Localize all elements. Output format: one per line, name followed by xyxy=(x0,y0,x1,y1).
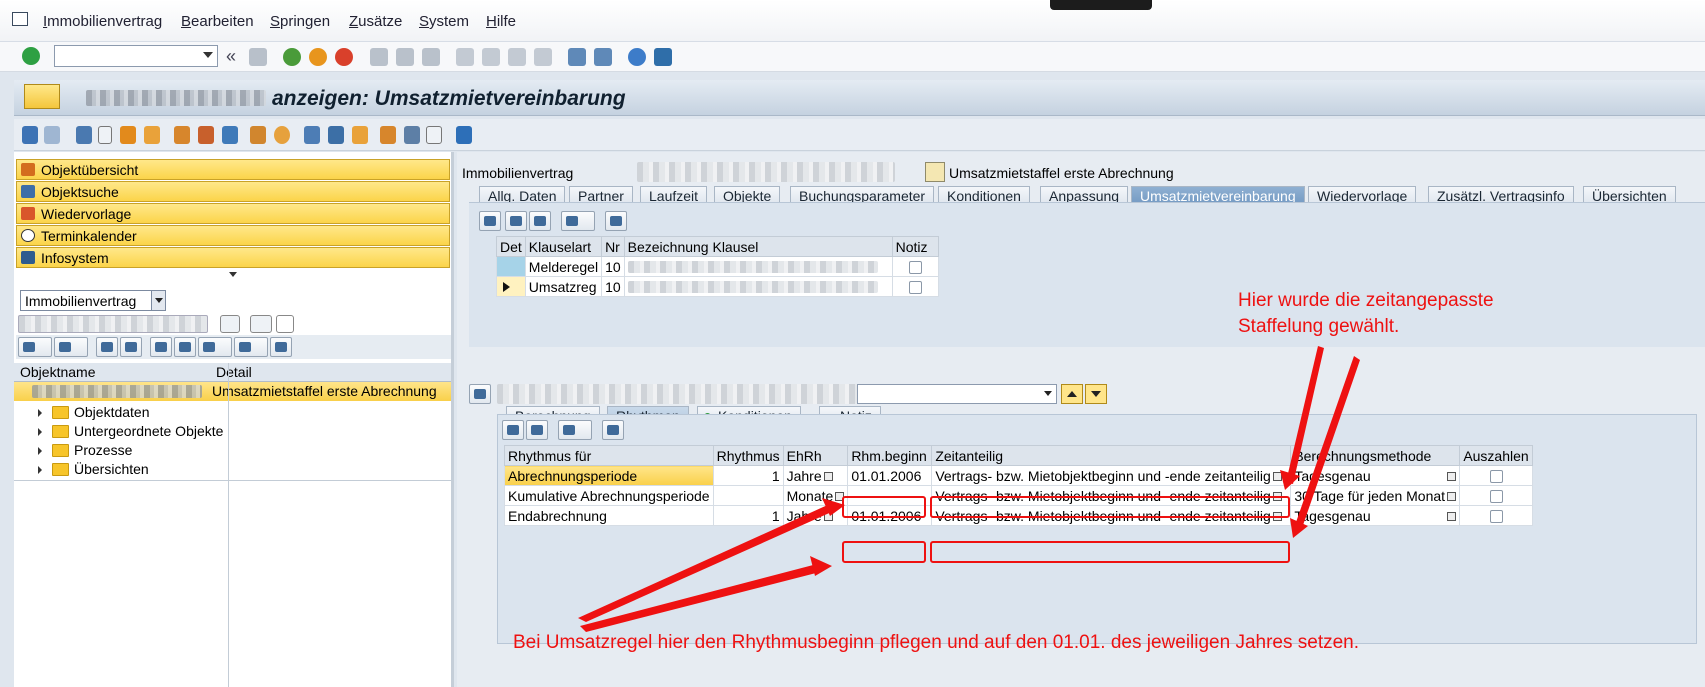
annotation-bottom: Bei Umsatzregel hier den Rhythmusbeginn … xyxy=(513,632,1360,653)
arrow-shaft-3 xyxy=(578,503,836,622)
arrow-shaft-4 xyxy=(580,564,820,632)
arrow-shaft-2 xyxy=(1294,356,1360,531)
arrowhead-1 xyxy=(1280,470,1300,490)
annotation-top-line2: Staffelung gewählt. xyxy=(1238,316,1400,337)
annotation-arrows xyxy=(578,346,1360,632)
annotation-top-line1: Hier wurde die zeitangepasste xyxy=(1238,290,1494,311)
